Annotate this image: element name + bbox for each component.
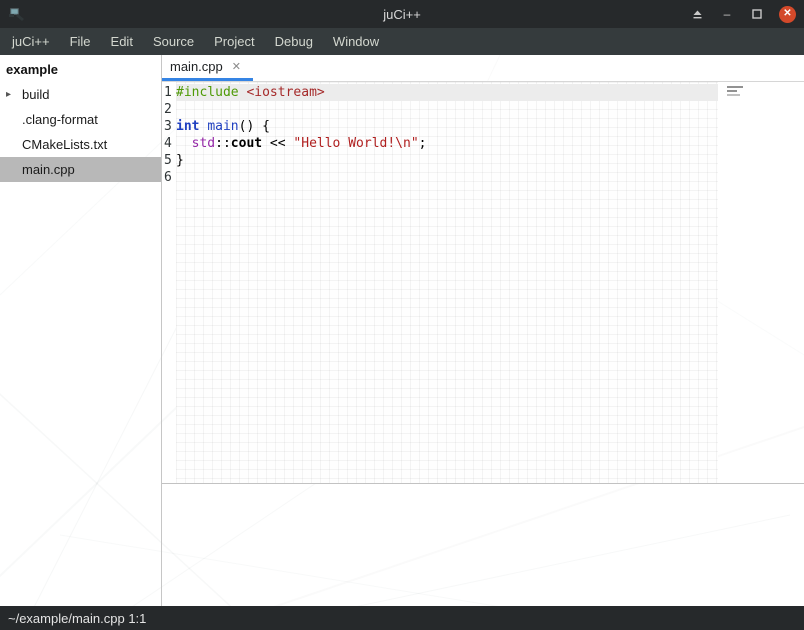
bottom-panel[interactable] bbox=[162, 483, 804, 606]
overview-map[interactable] bbox=[727, 86, 747, 96]
tree-item--clang-format[interactable]: .clang-format bbox=[0, 107, 161, 132]
code-line-5: } bbox=[176, 152, 718, 169]
tree-item-main-cpp[interactable]: main.cpp bbox=[0, 157, 161, 182]
statusbar: ~/example/main.cpp 1:1 bbox=[0, 606, 804, 630]
line-number: 1 bbox=[162, 84, 176, 101]
gutter: 123456 bbox=[162, 82, 176, 483]
sidebar: example ▸build .clang-format CMakeLists.tx… bbox=[0, 55, 162, 606]
status-file-position: ~/example/main.cpp 1:1 bbox=[8, 611, 146, 626]
menu-item-edit[interactable]: Edit bbox=[101, 30, 143, 53]
file-tree: ▸build .clang-format CMakeLists.txt main.cp… bbox=[0, 82, 161, 182]
close-icon[interactable]: ✕ bbox=[779, 6, 796, 23]
code-line-2 bbox=[176, 101, 718, 118]
menu-item-debug[interactable]: Debug bbox=[265, 30, 323, 53]
menu-item-project[interactable]: Project bbox=[204, 30, 264, 53]
juci-window: juCi++ – ✕ juCi++FileEditSourceProjectDe… bbox=[0, 0, 804, 630]
tab-main-cpp[interactable]: main.cpp ✕ bbox=[162, 55, 253, 81]
menu-item-source[interactable]: Source bbox=[143, 30, 204, 53]
window-controls: – ✕ bbox=[689, 0, 796, 28]
tree-item-build[interactable]: ▸build bbox=[0, 82, 161, 107]
tab-close-icon[interactable]: ✕ bbox=[232, 60, 241, 73]
tab-label: main.cpp bbox=[170, 59, 223, 74]
menu-item-file[interactable]: File bbox=[60, 30, 101, 53]
menu-item-juci[interactable]: juCi++ bbox=[2, 30, 60, 53]
code-line-3: int main() { bbox=[176, 118, 718, 135]
menubar: juCi++FileEditSourceProjectDebugWindow bbox=[0, 28, 804, 55]
line-number: 4 bbox=[162, 135, 176, 152]
code-line-1: #include <iostream> bbox=[176, 84, 718, 101]
tree-item-label: .clang-format bbox=[22, 112, 98, 127]
window-body: example ▸build .clang-format CMakeLists.tx… bbox=[0, 55, 804, 606]
minimize-icon[interactable]: – bbox=[719, 6, 735, 22]
code-line-6 bbox=[176, 169, 718, 186]
main-area: main.cpp ✕ 123456 #include <iostream>int… bbox=[162, 55, 804, 606]
window-title: juCi++ bbox=[0, 7, 804, 22]
line-number: 5 bbox=[162, 152, 176, 169]
code-line-4: std::cout << "Hello World!\n"; bbox=[176, 135, 718, 152]
line-number: 3 bbox=[162, 118, 176, 135]
tabbar: main.cpp ✕ bbox=[162, 55, 804, 82]
menu-item-window[interactable]: Window bbox=[323, 30, 389, 53]
expander-icon[interactable]: ▸ bbox=[6, 89, 22, 100]
code-area[interactable]: #include <iostream>int main() { std::cou… bbox=[176, 82, 718, 483]
line-number: 2 bbox=[162, 101, 176, 118]
project-name: example bbox=[0, 55, 161, 82]
tree-item-label: build bbox=[22, 87, 49, 102]
titlebar: juCi++ – ✕ bbox=[0, 0, 804, 28]
tree-item-label: main.cpp bbox=[22, 162, 75, 177]
line-number: 6 bbox=[162, 169, 176, 186]
keep-above-icon[interactable] bbox=[689, 6, 705, 22]
restore-icon[interactable] bbox=[749, 6, 765, 22]
tree-item-cmakelists-txt[interactable]: CMakeLists.txt bbox=[0, 132, 161, 157]
tree-item-label: CMakeLists.txt bbox=[22, 137, 107, 152]
code-editor[interactable]: 123456 #include <iostream>int main() { s… bbox=[162, 82, 804, 483]
